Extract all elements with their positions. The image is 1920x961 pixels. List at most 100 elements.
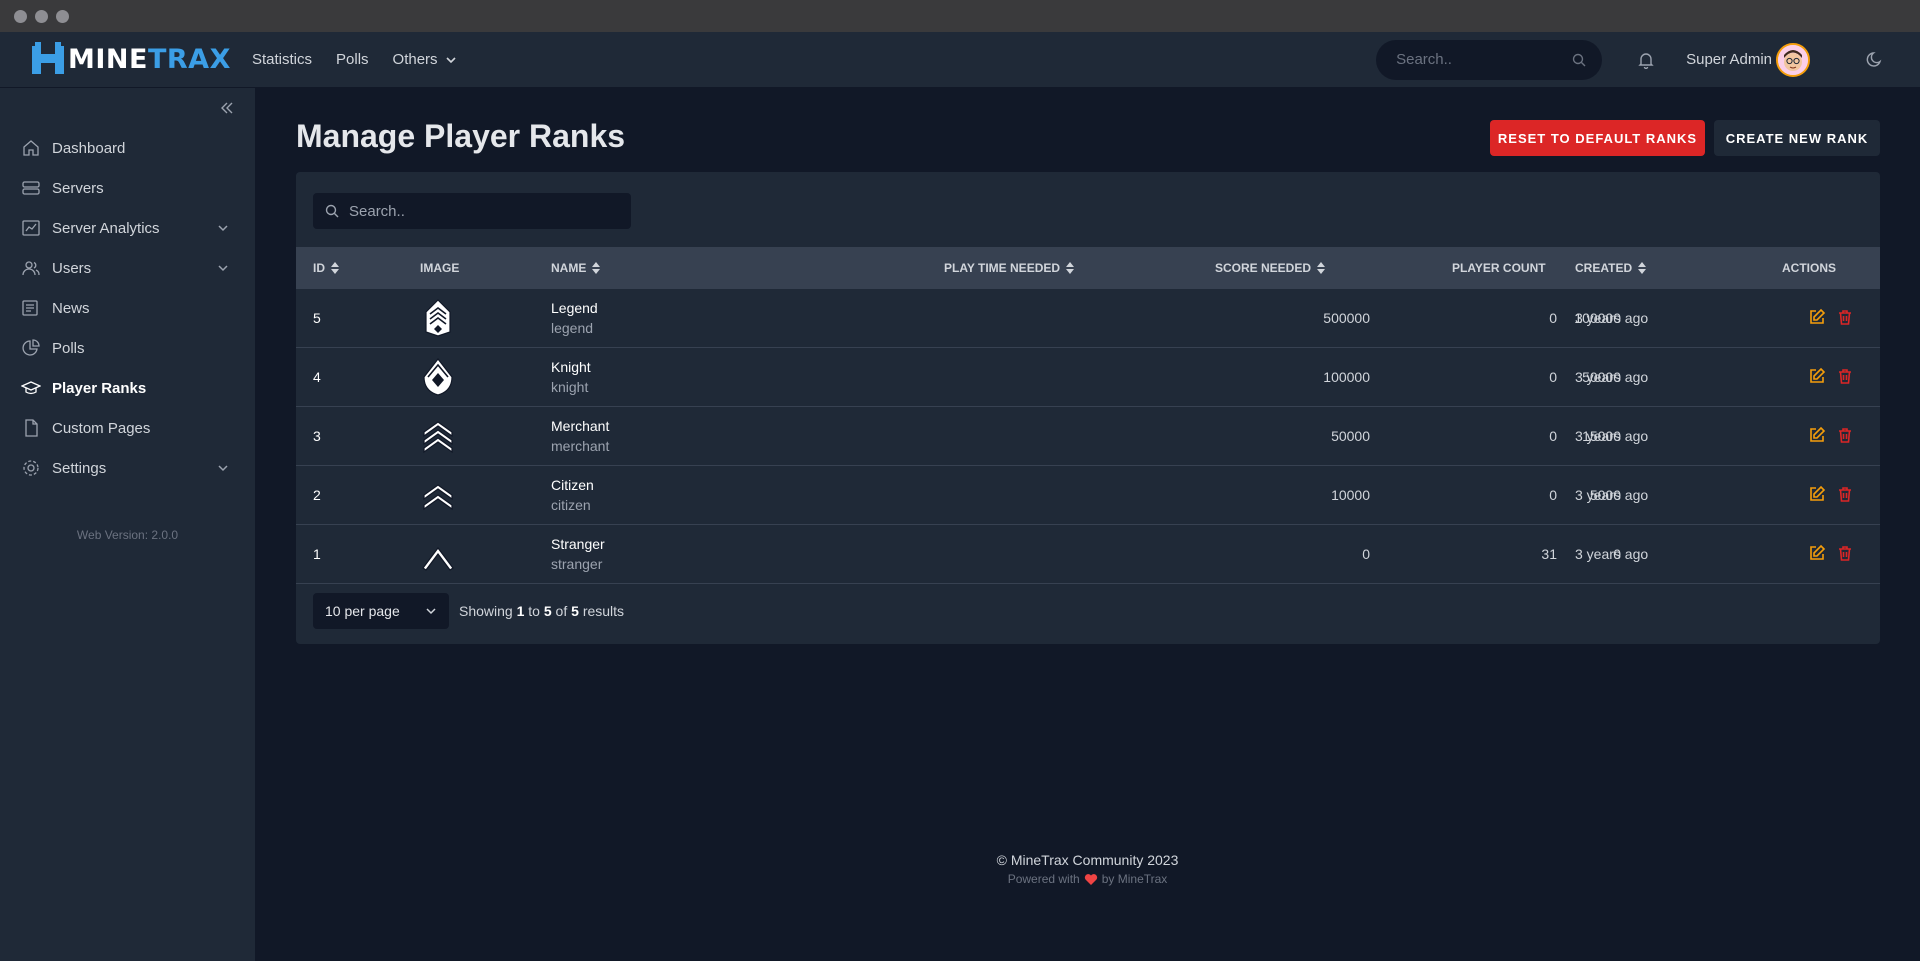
- chevron-down-icon: [426, 608, 436, 615]
- window-maximize-button[interactable]: [56, 9, 69, 23]
- rank-badge-icon: [420, 348, 456, 406]
- nav-link-polls[interactable]: Polls: [336, 51, 369, 68]
- sidebar-item-custom-pages[interactable]: Custom Pages: [0, 408, 255, 448]
- rank-id: 2: [313, 487, 321, 503]
- edit-icon[interactable]: [1808, 426, 1826, 447]
- column-header-name[interactable]: NAME: [551, 247, 601, 289]
- nav-link-statistics[interactable]: Statistics: [252, 51, 312, 68]
- rank-id: 3: [313, 428, 321, 444]
- sort-icon: [592, 262, 601, 274]
- edit-icon[interactable]: [1808, 544, 1826, 565]
- delete-icon[interactable]: [1836, 367, 1854, 388]
- column-header-play-time[interactable]: PLAY TIME NEEDED: [944, 247, 1075, 289]
- delete-icon[interactable]: [1836, 544, 1854, 565]
- footer-copyright: © MineTrax Community 2023: [996, 852, 1179, 868]
- logo-mark-icon: [32, 41, 64, 78]
- heart-icon: [1084, 873, 1097, 885]
- ranks-table-card: Search.. ID IMAGE NAME PLAY TIME NEEDED …: [296, 172, 1880, 644]
- rank-name: Legend: [551, 300, 598, 316]
- moon-icon[interactable]: [1866, 50, 1886, 70]
- reset-default-ranks-button[interactable]: Reset to default ranks: [1490, 120, 1705, 156]
- column-header-player-count: PLAYER COUNT: [1452, 261, 1546, 275]
- edit-icon[interactable]: [1808, 308, 1826, 329]
- rank-name-cell: Citizen citizen: [551, 466, 594, 524]
- rank-name-cell: Knight knight: [551, 348, 591, 406]
- rank-created: 3 years ago: [1575, 310, 1649, 326]
- rank-name-cell: Stranger stranger: [551, 525, 605, 583]
- rank-created: 3 years ago: [1575, 487, 1649, 503]
- sidebar-menu: Dashboard Servers Server Analytics Users…: [0, 128, 255, 488]
- edit-icon[interactable]: [1808, 485, 1826, 506]
- rank-shortname: legend: [551, 320, 594, 336]
- user-menu[interactable]: Super Admin: [1686, 42, 1810, 77]
- column-header-id[interactable]: ID: [313, 247, 339, 289]
- graduation-cap-icon: [20, 377, 42, 399]
- sidebar-item-news[interactable]: News: [0, 288, 255, 328]
- edit-icon[interactable]: [1808, 367, 1826, 388]
- rank-badge-icon: [420, 525, 456, 583]
- column-header-score[interactable]: SCORE NEEDED: [1215, 247, 1326, 289]
- nav-links: Statistics Polls Others: [252, 51, 456, 68]
- rank-name-cell: Merchant merchant: [551, 407, 609, 465]
- chevron-down-icon: [218, 225, 228, 232]
- window-minimize-button[interactable]: [35, 9, 48, 23]
- document-icon: [20, 417, 42, 439]
- sidebar-item-server-analytics[interactable]: Server Analytics: [0, 208, 255, 248]
- row-actions: [1808, 289, 1854, 347]
- sidebar-item-dashboard[interactable]: Dashboard: [0, 128, 255, 168]
- delete-icon[interactable]: [1836, 426, 1854, 447]
- per-page-select[interactable]: 10 per page: [313, 593, 449, 629]
- collapse-sidebar-icon[interactable]: [219, 100, 235, 116]
- rank-player-count: 0: [1549, 369, 1557, 385]
- window-chrome: [0, 0, 1920, 32]
- column-header-actions: ACTIONS: [1782, 261, 1836, 275]
- page-title: Manage Player Ranks: [296, 118, 626, 154]
- top-search-input[interactable]: Search..: [1376, 39, 1603, 80]
- users-icon: [20, 257, 42, 279]
- rank-name-cell: Legend legend: [551, 289, 598, 347]
- table-header: ID IMAGE NAME PLAY TIME NEEDED SCORE NEE…: [296, 247, 1880, 289]
- sidebar: Dashboard Servers Server Analytics Users…: [0, 88, 255, 961]
- table-row: 5 Legend legend 500000 100000 0 3 years ago: [296, 289, 1880, 348]
- main-content: Manage Player Ranks Reset to default ran…: [255, 88, 1920, 961]
- rank-badge-icon: [420, 289, 456, 347]
- sort-icon: [1066, 262, 1075, 274]
- rank-shortname: knight: [551, 379, 589, 395]
- logo[interactable]: MINETRAX: [32, 40, 232, 80]
- sort-icon: [1317, 262, 1326, 274]
- sidebar-item-servers[interactable]: Servers: [0, 168, 255, 208]
- rank-player-count: 31: [1541, 546, 1557, 562]
- pagination-bar: 10 per page Showing 1 to 5 of 5 results: [313, 593, 624, 629]
- sidebar-item-settings[interactable]: Settings: [0, 448, 255, 488]
- column-header-created[interactable]: CREATED: [1575, 247, 1647, 289]
- delete-icon[interactable]: [1836, 485, 1854, 506]
- rank-name: Citizen: [551, 477, 594, 493]
- sidebar-item-player-ranks[interactable]: Player Ranks: [0, 368, 255, 408]
- sidebar-item-users[interactable]: Users: [0, 248, 255, 288]
- row-actions: [1808, 466, 1854, 524]
- delete-icon[interactable]: [1836, 308, 1854, 329]
- logo-text: MINETRAX: [68, 44, 231, 75]
- chevron-down-icon: [445, 56, 456, 63]
- newspaper-icon: [20, 297, 42, 319]
- rank-created: 3 years ago: [1575, 369, 1649, 385]
- bell-icon[interactable]: [1636, 50, 1656, 70]
- chart-icon: [20, 217, 42, 239]
- nav-link-others[interactable]: Others: [393, 51, 456, 68]
- row-actions: [1808, 407, 1854, 465]
- create-new-rank-button[interactable]: Create new rank: [1714, 120, 1880, 156]
- table-row: 3 Merchant merchant 50000 15000 0 3 years ago: [296, 407, 1880, 466]
- rank-badge-icon: [420, 466, 456, 524]
- rank-player-count: 0: [1549, 428, 1557, 444]
- chevron-down-icon: [218, 465, 228, 472]
- table-search-input[interactable]: Search..: [313, 193, 631, 229]
- sort-icon: [1638, 262, 1647, 274]
- top-navbar: MINETRAX Statistics Polls Others Search.…: [0, 32, 1920, 88]
- gear-icon: [20, 457, 42, 479]
- footer: © MineTrax Community 2023 Powered with b…: [255, 852, 1920, 886]
- rank-shortname: stranger: [551, 556, 603, 572]
- sidebar-item-polls[interactable]: Polls: [0, 328, 255, 368]
- window-close-button[interactable]: [14, 9, 27, 23]
- table-row: 1 Stranger stranger 0 0 31 3 years ago: [296, 525, 1880, 584]
- footer-powered: Powered with by MineTrax: [1007, 872, 1168, 886]
